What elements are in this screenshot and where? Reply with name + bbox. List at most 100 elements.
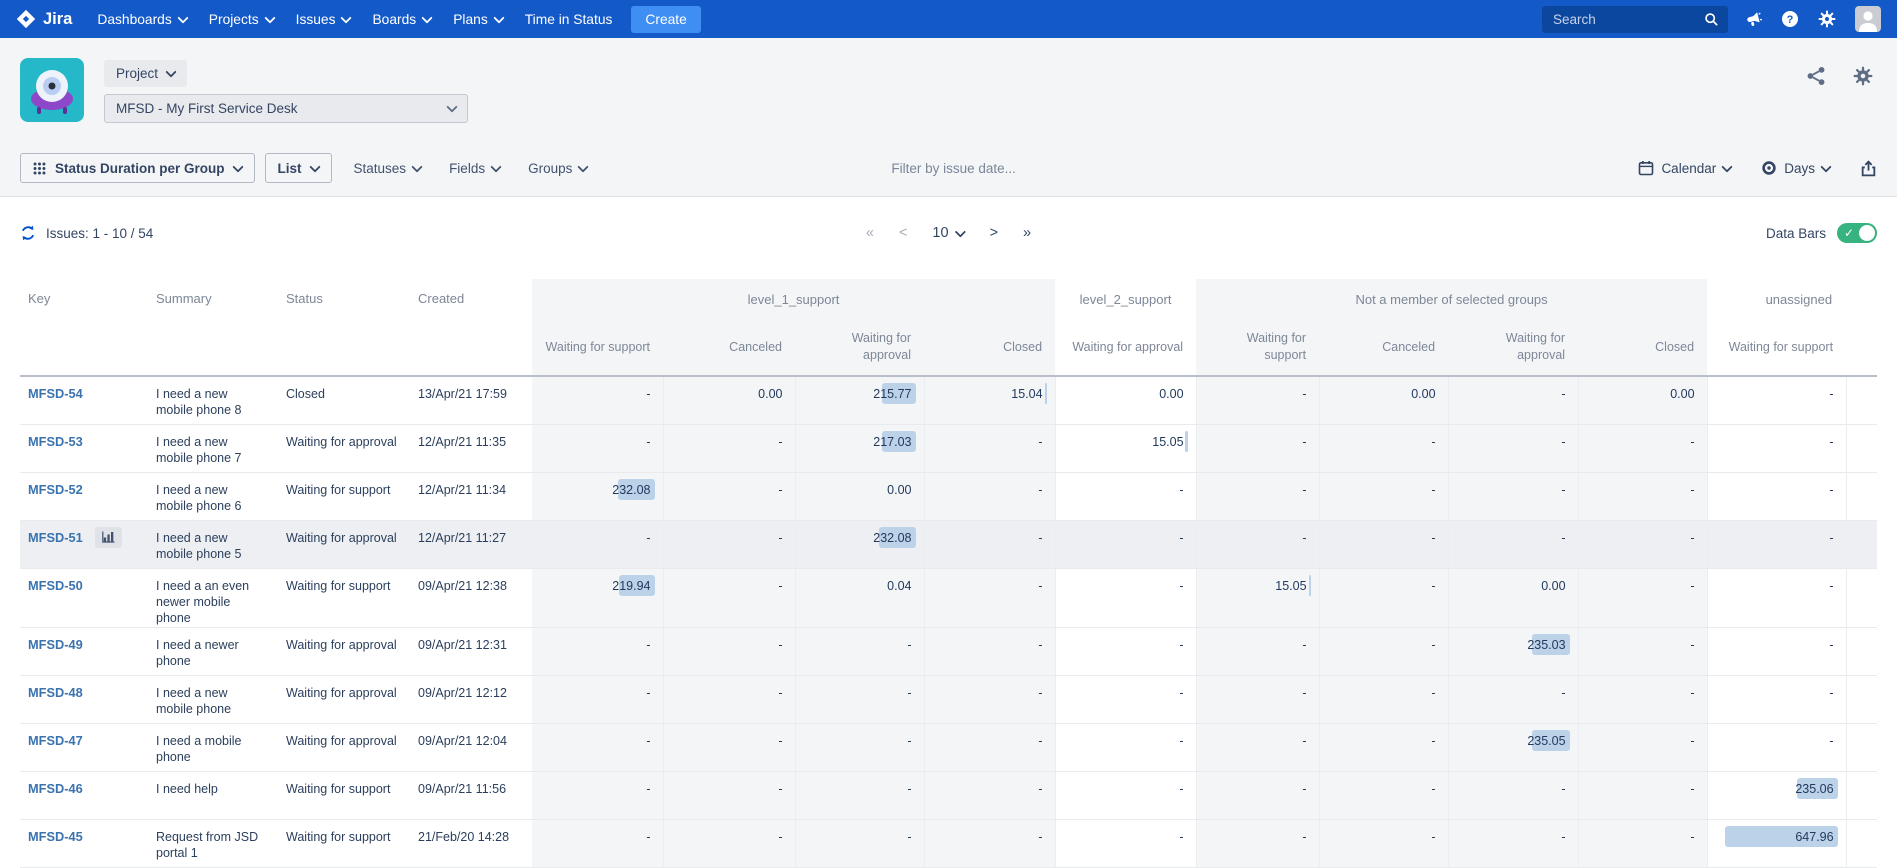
issue-date-filter-input[interactable] [889,160,1123,177]
view-mode-button[interactable]: List [265,153,332,183]
duration-empty-value: - [1561,387,1565,401]
scope-selector-button[interactable]: Project [104,60,187,87]
bar-chart-icon [102,531,115,543]
announcements-button[interactable] [1745,11,1762,28]
duration-cell: 232.08 [532,472,663,520]
duration-empty-value: - [1561,531,1565,545]
duration-cell: - [1196,424,1319,472]
create-button[interactable]: Create [631,6,700,33]
settings-button[interactable] [1818,10,1836,28]
group-header-level-1-support: level_1_support [532,279,1055,319]
issue-key-link[interactable]: MFSD-48 [28,685,83,701]
duration-cell: - [663,568,795,627]
issue-row: MFSD-54I need a new mobile phone 8Closed… [20,376,1877,424]
project-avatar[interactable] [20,58,84,122]
view-mode-label: List [278,161,302,176]
issue-key-link[interactable]: MFSD-45 [28,829,83,845]
export-button[interactable] [1860,160,1877,177]
duration-empty-value: - [1038,531,1042,545]
duration-cell: 235.03 [1448,627,1578,675]
gear-icon [1818,10,1836,28]
duration-empty-value: - [1561,782,1565,796]
subcolumn-header-not-a-member-of-selected-groups-canceled: Canceled [1319,319,1448,376]
duration-cell: - [924,771,1055,819]
issue-status-cell: Waiting for support [278,771,410,819]
duration-cell: - [1319,627,1448,675]
chevron-down-icon [309,161,320,172]
duration-cell: - [1319,472,1448,520]
help-button[interactable]: ? [1781,10,1799,28]
duration-empty-value: - [778,638,782,652]
issue-key-link[interactable]: MFSD-51 [28,530,83,546]
project-select[interactable]: MFSD - My First Service Desk [104,94,468,123]
duration-empty-value: - [907,734,911,748]
issue-key-link[interactable]: MFSD-46 [28,781,83,797]
last-page-button[interactable]: » [1023,225,1031,241]
issue-created-cell: 12/Apr/21 11:27 [410,520,532,568]
duration-empty-value: - [1431,638,1435,652]
duration-empty-value: - [778,734,782,748]
toolbar-dropdown-groups[interactable]: Groups [514,161,601,176]
page-size-dropdown[interactable]: 10 [932,225,964,241]
duration-cell: - [1055,675,1196,723]
duration-cell: - [1319,520,1448,568]
unit-label: Days [1784,161,1815,176]
issue-summary-cell: I need a new mobile phone 5 [148,520,278,568]
duration-empty-value: - [1690,638,1694,652]
duration-cell: 0.00 [663,376,795,424]
issue-key-link[interactable]: MFSD-50 [28,578,83,594]
duration-empty-value: - [1829,734,1833,748]
row-chart-button[interactable] [95,527,122,548]
chevron-down-icon [177,12,188,23]
jira-logo[interactable]: Jira [16,9,72,29]
refresh-button[interactable] [20,225,36,241]
report-content: Issues: 1 - 10 / 54 « < 10 > » Data Bars… [0,213,1897,868]
nav-item-projects[interactable]: Projects [198,0,285,38]
data-bars-toggle[interactable]: ✓ [1837,223,1877,243]
nav-item-dashboards[interactable]: Dashboards [86,0,197,38]
duration-empty-value: - [1690,435,1694,449]
first-page-button[interactable]: « [866,225,874,241]
share-button[interactable] [1806,66,1826,86]
issue-key-link[interactable]: MFSD-54 [28,386,83,402]
nav-item-label: Boards [372,12,416,27]
unit-dropdown[interactable]: Days [1761,160,1830,176]
duration-value: 235.03 [1527,638,1565,652]
chevron-down-icon [411,161,422,172]
duration-cell: - [924,675,1055,723]
search-box[interactable] [1542,6,1728,33]
nav-item-plans[interactable]: Plans [442,0,514,38]
group-header-level-2-support: level_2_support [1055,279,1196,319]
duration-cell: 215.77 [795,376,924,424]
grid-icon [33,162,46,175]
nav-item-issues[interactable]: Issues [285,0,362,38]
issue-key-link[interactable]: MFSD-49 [28,637,83,653]
issue-key-link[interactable]: MFSD-47 [28,733,83,749]
toolbar-dropdown-fields[interactable]: Fields [435,161,514,176]
report-type-button[interactable]: Status Duration per Group [20,153,255,183]
next-page-button[interactable]: > [990,225,998,241]
project-select-value: MFSD - My First Service Desk [116,101,298,116]
duration-value: 232.08 [873,531,911,545]
issue-row: MFSD-49I need a newer phoneWaiting for a… [20,627,1877,675]
nav-item-time-in-status[interactable]: Time in Status [514,0,624,38]
duration-empty-value: - [1431,483,1435,497]
chevron-down-icon [446,101,457,112]
data-bars-label: Data Bars [1766,226,1826,241]
nav-item-boards[interactable]: Boards [361,0,442,38]
toolbar-dropdowns: StatusesFieldsGroups [340,161,602,176]
duration-empty-value: - [1179,686,1183,700]
project-settings-button[interactable] [1853,66,1873,86]
user-avatar[interactable] [1855,6,1881,32]
search-input[interactable] [1551,11,1704,28]
pagination: « < 10 > » [866,225,1031,241]
column-header-summary: Summary [148,279,278,376]
duration-empty-value: - [1038,830,1042,844]
toolbar-dropdown-statuses[interactable]: Statuses [340,161,436,176]
calendar-dropdown[interactable]: Calendar [1638,160,1731,176]
prev-page-button[interactable]: < [899,225,907,241]
issue-key-link[interactable]: MFSD-52 [28,482,83,498]
duration-cell: - [532,723,663,771]
duration-cell: - [1196,376,1319,424]
issue-key-link[interactable]: MFSD-53 [28,434,83,450]
